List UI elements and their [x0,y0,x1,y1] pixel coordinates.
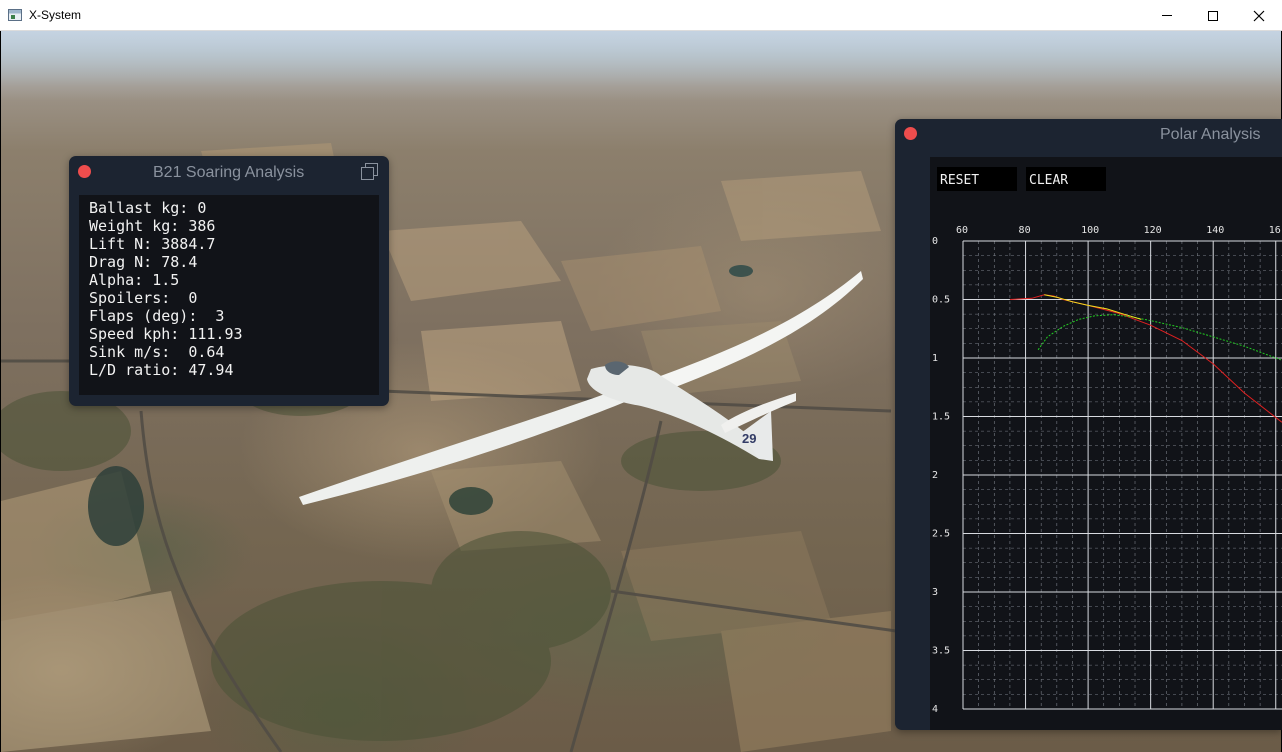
x-tick-label: 140 [1206,225,1224,236]
readout-lift: Lift N: 3884.7 [89,235,216,253]
series-line-green [1037,314,1282,361]
polar-analysis-panel[interactable]: Polar Analysis RESET CLEAR 60 80 100 120 140… [895,119,1282,730]
soaring-readout: Ballast kg: 0 Weight kg: 386 Lift N: 388… [79,195,379,395]
readout-flaps: Flaps (deg): 3 [89,307,225,325]
polar-panel-close-button[interactable] [904,127,917,140]
x-tick-label: 16 [1269,225,1281,236]
soaring-panel-title: B21 Soaring Analysis [153,164,305,181]
reset-button[interactable]: RESET [937,167,1017,191]
app-window-icon [8,9,22,21]
polar-panel-title: Polar Analysis [1160,126,1261,143]
minimize-button[interactable] [1144,0,1190,31]
popout-window-icon[interactable] [361,163,378,180]
readout-alpha: Alpha: 1.5 [89,271,180,289]
y-tick-label: 2 [932,470,938,481]
x-tick-label: 80 [1019,225,1031,236]
y-tick-label: 0.5 [932,295,950,306]
x-tick-label: 60 [956,225,968,236]
soaring-analysis-panel[interactable]: B21 Soaring Analysis Ballast kg: 0 Weigh… [69,156,389,406]
soaring-panel-close-button[interactable] [78,165,91,178]
window-titlebar: X-System [0,0,1282,31]
readout-ballast: Ballast kg: 0 [89,199,207,217]
close-icon [1253,10,1265,21]
polar-chart: 60 80 100 120 140 1600.511.522.533.54 [932,225,1282,715]
y-tick-label: 3.5 [932,646,950,657]
y-tick-label: 4 [932,704,938,715]
readout-speed: Speed kph: 111.93 [89,325,243,343]
x-tick-label: 100 [1081,225,1099,236]
y-tick-label: 0 [932,236,938,247]
minimize-icon [1162,15,1172,16]
window-title: X-System [29,8,82,22]
readout-sink: Sink m/s: 0.64 [89,343,225,361]
readout-drag: Drag N: 78.4 [89,253,198,271]
y-tick-label: 1.5 [932,412,950,423]
readout-spoilers: Spoilers: 0 [89,289,198,307]
y-tick-label: 3 [932,587,938,598]
y-tick-label: 1 [932,353,938,364]
readout-ld-ratio: L/D ratio: 47.94 [89,361,234,379]
clear-button[interactable]: CLEAR [1026,167,1106,191]
x-tick-label: 120 [1144,225,1162,236]
maximize-icon [1208,10,1218,21]
y-tick-label: 2.5 [932,529,950,540]
readout-weight: Weight kg: 386 [89,217,216,235]
maximize-button[interactable] [1190,0,1236,31]
glider-tail-number: 29 [742,431,756,446]
close-window-button[interactable] [1236,0,1282,31]
